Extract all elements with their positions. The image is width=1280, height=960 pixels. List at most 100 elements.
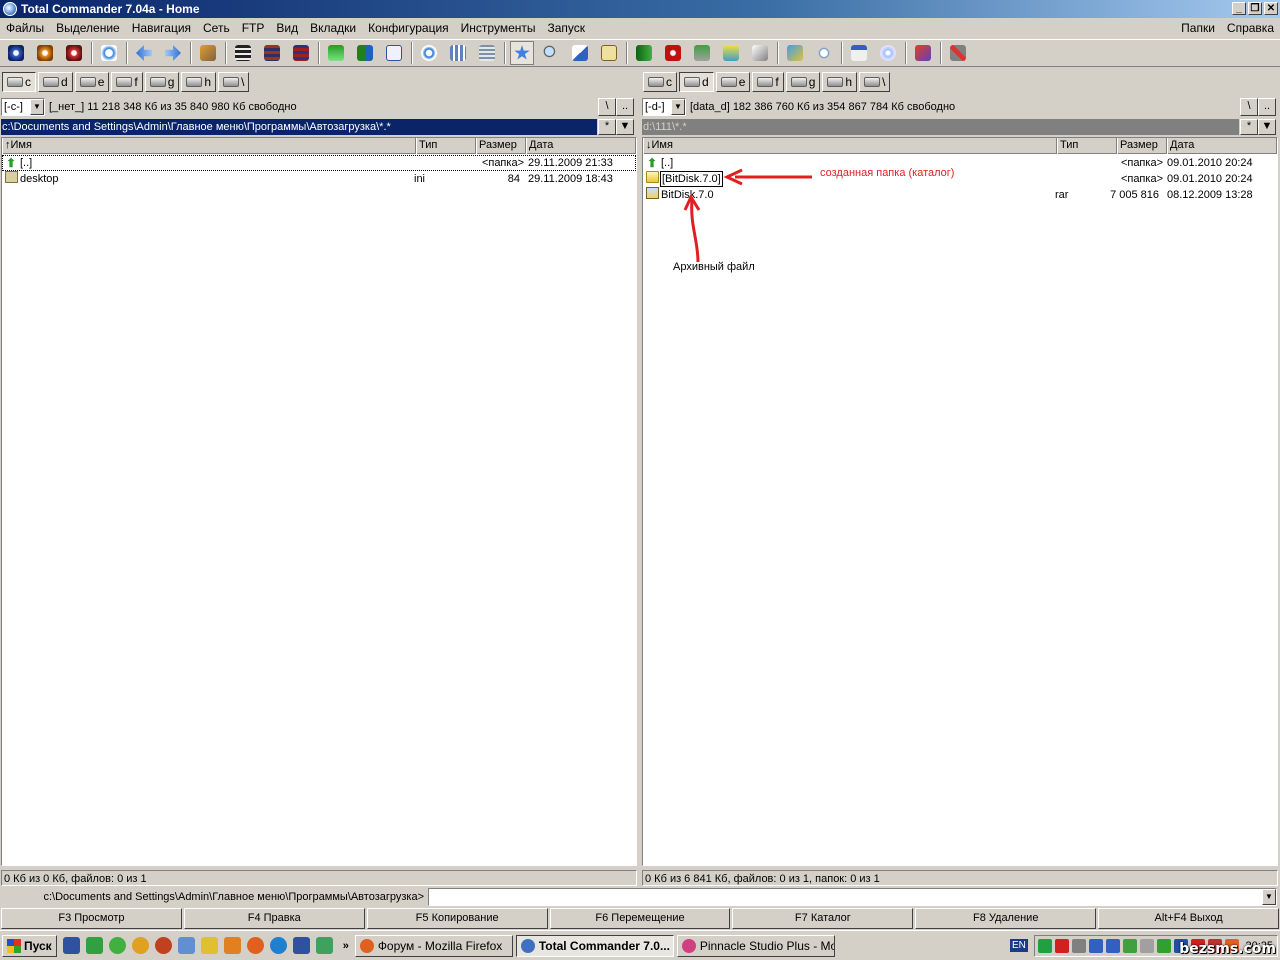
- menu-network[interactable]: Сеть: [197, 21, 236, 35]
- hotlist-button[interactable]: ▼: [616, 119, 634, 135]
- minimize-button[interactable]: _: [1232, 2, 1246, 15]
- start-button[interactable]: Пуск: [2, 934, 57, 957]
- column-type[interactable]: Тип: [416, 138, 476, 154]
- network-icon[interactable]: [1106, 939, 1120, 953]
- language-indicator[interactable]: EN: [1010, 939, 1028, 952]
- file-list[interactable]: ↑Имя Тип Размер Дата ⬆ [..] <папка> 29.1…: [1, 137, 637, 866]
- quicklaunch-icon[interactable]: [315, 937, 333, 954]
- drive-button-c[interactable]: c: [643, 72, 677, 92]
- column-name[interactable]: ↑Имя: [2, 138, 416, 154]
- drive-button-g[interactable]: g: [144, 72, 180, 92]
- column-size[interactable]: Размер: [1117, 138, 1167, 154]
- column-date[interactable]: Дата: [1167, 138, 1277, 154]
- close-button[interactable]: ✕: [1264, 2, 1278, 15]
- quicklaunch-icon[interactable]: [154, 937, 172, 954]
- table-row[interactable]: ⬆ [..] <папка> 29.11.2009 21:33: [2, 155, 636, 171]
- network-icon[interactable]: [1089, 939, 1103, 953]
- internet-explorer-icon[interactable]: [417, 41, 441, 65]
- menu-configuration[interactable]: Конфигурация: [362, 21, 455, 35]
- f8-delete-button[interactable]: F8 Удаление: [915, 908, 1097, 929]
- zoom-icon[interactable]: [812, 41, 836, 65]
- quicklaunch-icon[interactable]: [131, 937, 149, 954]
- quicklaunch-icon[interactable]: [292, 937, 310, 954]
- quicklaunch-icon[interactable]: [85, 937, 103, 954]
- tray-icon[interactable]: [1123, 939, 1137, 953]
- command-input[interactable]: ▼: [428, 888, 1277, 906]
- f6-move-button[interactable]: F6 Перемещение: [549, 908, 731, 929]
- tools-icon[interactable]: [783, 41, 807, 65]
- menu-view[interactable]: Вид: [270, 21, 304, 35]
- tray-icon[interactable]: [1140, 939, 1154, 953]
- tray-icon[interactable]: [1038, 939, 1052, 953]
- settings-icon[interactable]: [4, 41, 28, 65]
- quicklaunch-expand-button[interactable]: »: [343, 940, 349, 952]
- quicklaunch-icon[interactable]: [62, 937, 80, 954]
- drive-button-h[interactable]: h: [822, 72, 858, 92]
- column-type[interactable]: Тип: [1057, 138, 1117, 154]
- drive-button-c[interactable]: c: [2, 72, 36, 92]
- restore-button[interactable]: ❐: [1248, 2, 1262, 15]
- hotlist-button[interactable]: ▼: [1258, 119, 1276, 135]
- pack-icon[interactable]: [260, 41, 284, 65]
- f4-edit-button[interactable]: F4 Правка: [183, 908, 365, 929]
- menu-selection[interactable]: Выделение: [50, 21, 126, 35]
- calculator-icon[interactable]: [475, 41, 499, 65]
- exit-button[interactable]: Alt+F4 Выход: [1098, 908, 1280, 929]
- drive-button-f[interactable]: f: [752, 72, 784, 92]
- drive-button-network[interactable]: \: [859, 72, 891, 92]
- task-total-commander[interactable]: Total Commander 7.0...: [515, 934, 674, 957]
- sort-icon[interactable]: [353, 41, 377, 65]
- tray-icon[interactable]: [1055, 939, 1069, 953]
- drive-button-e[interactable]: e: [74, 72, 110, 92]
- path-bar[interactable]: d:\111\*.*: [642, 119, 1239, 135]
- chevron-down-icon[interactable]: ▼: [1262, 889, 1276, 905]
- menu-launch[interactable]: Запуск: [542, 21, 592, 35]
- wrench-icon[interactable]: [196, 41, 220, 65]
- refresh-icon[interactable]: [97, 41, 121, 65]
- parent-button[interactable]: ..: [1258, 98, 1276, 116]
- parent-button[interactable]: ..: [616, 98, 634, 116]
- drive-button-h[interactable]: h: [181, 72, 217, 92]
- drive-button-f[interactable]: f: [111, 72, 143, 92]
- path-bar[interactable]: c:\Documents and Settings\Admin\Главное …: [1, 119, 597, 135]
- column-size[interactable]: Размер: [476, 138, 526, 154]
- ftp-connect-icon[interactable]: [748, 41, 772, 65]
- table-row[interactable]: BitDisk.7.0 rar 7 005 816 08.12.2009 13:…: [643, 187, 1277, 203]
- image-viewer-icon[interactable]: [719, 41, 743, 65]
- quicklaunch-icon[interactable]: [177, 937, 195, 954]
- search-icon[interactable]: [539, 41, 563, 65]
- quicklaunch-icon[interactable]: [223, 937, 241, 954]
- history-button[interactable]: *: [1240, 119, 1258, 135]
- media-icon[interactable]: [661, 41, 685, 65]
- gear-icon[interactable]: [33, 41, 57, 65]
- cd-icon[interactable]: [876, 41, 900, 65]
- drive-button-g[interactable]: g: [785, 72, 821, 92]
- network-icon[interactable]: [690, 41, 714, 65]
- file-list[interactable]: ↓Имя Тип Размер Дата ⬆ [..] <папка> 09.0…: [642, 137, 1278, 866]
- quicklaunch-icon[interactable]: [108, 937, 126, 954]
- quicklaunch-icon[interactable]: [200, 937, 218, 954]
- window-icon[interactable]: [847, 41, 871, 65]
- root-button[interactable]: \: [1240, 98, 1258, 116]
- tray-icon[interactable]: [1157, 939, 1171, 953]
- table-row[interactable]: [BitDisk.7.0] <папка> 09.01.2010 20:24: [643, 171, 1277, 187]
- drive-button-d[interactable]: d: [679, 72, 714, 92]
- sync-arrows-icon[interactable]: [324, 41, 348, 65]
- back-arrow-icon[interactable]: [132, 41, 156, 65]
- 7zip-icon[interactable]: [231, 41, 255, 65]
- f7-mkdir-button[interactable]: F7 Каталог: [732, 908, 914, 929]
- root-button[interactable]: \: [598, 98, 616, 116]
- copy-names-icon[interactable]: [568, 41, 592, 65]
- f3-view-button[interactable]: F3 Просмотр: [1, 908, 182, 929]
- drive-button-d[interactable]: d: [38, 72, 73, 92]
- menu-help[interactable]: Справка: [1221, 21, 1280, 35]
- quicklaunch-icon[interactable]: [269, 937, 287, 954]
- book-icon[interactable]: [632, 41, 656, 65]
- drive-select[interactable]: [-d-] ▼: [642, 98, 686, 116]
- column-name[interactable]: ↓Имя: [643, 138, 1057, 154]
- disconnect-icon[interactable]: [946, 41, 970, 65]
- f5-copy-button[interactable]: F5 Копирование: [366, 908, 548, 929]
- menu-tools[interactable]: Инструменты: [455, 21, 542, 35]
- brush-icon[interactable]: [911, 41, 935, 65]
- checklist-icon[interactable]: [382, 41, 406, 65]
